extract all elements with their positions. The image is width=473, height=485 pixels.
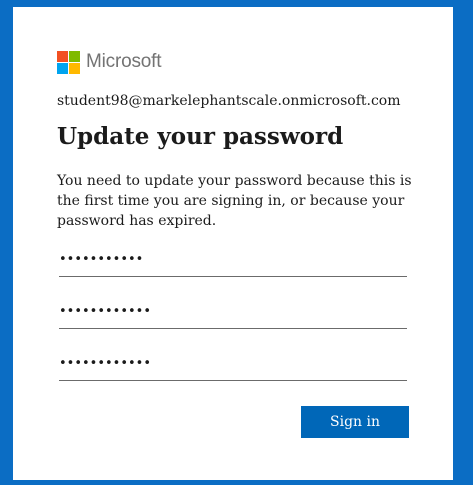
description-text: You need to update your password because… bbox=[57, 173, 412, 229]
sign-in-button[interactable]: Sign in bbox=[301, 406, 409, 438]
microsoft-logo-icon bbox=[57, 50, 80, 74]
new-password-field[interactable] bbox=[59, 299, 407, 329]
brand-name: Microsoft bbox=[86, 51, 162, 72]
confirm-password-field[interactable] bbox=[59, 351, 407, 381]
page-title: Update your password bbox=[57, 123, 344, 150]
page-background: Microsoft student98@markelephantscale.on… bbox=[0, 0, 473, 485]
microsoft-logo: Microsoft bbox=[57, 50, 161, 74]
password-update-card: Microsoft student98@markelephantscale.on… bbox=[13, 7, 453, 480]
current-password-field[interactable] bbox=[59, 247, 407, 277]
account-email: student98@markelephantscale.onmicrosoft.… bbox=[57, 93, 401, 109]
